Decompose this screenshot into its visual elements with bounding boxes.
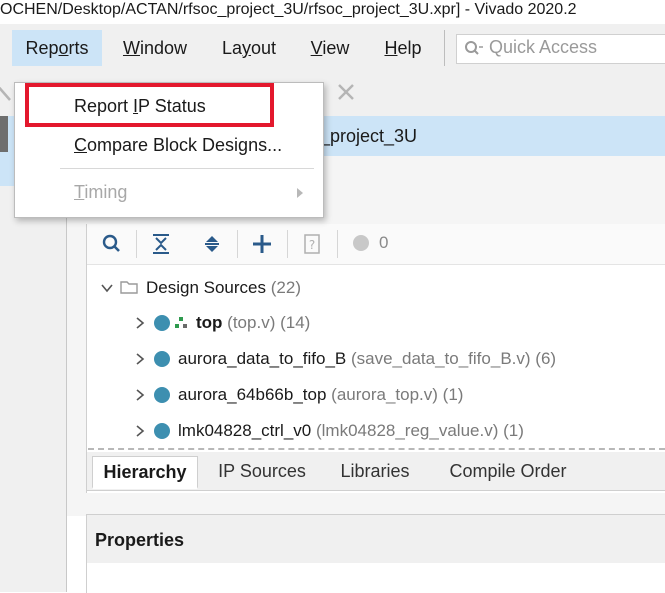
chevron-right-icon (136, 425, 145, 437)
chevron-right-icon (136, 389, 145, 401)
menu-item-compare-block-designs-label: Compare Block Designs... (74, 135, 283, 155)
submenu-arrow-icon (295, 186, 305, 198)
tree-item-name: aurora_data_to_fifo_B (178, 349, 347, 368)
collapse-all-icon (153, 234, 169, 254)
toolbar-separator (337, 230, 338, 258)
status-dot-icon (154, 315, 170, 331)
tree-item-name: top (196, 313, 223, 332)
tree-item-label: top (top.v) (14) (196, 312, 310, 334)
status-dot-icon (154, 387, 170, 403)
menu-help[interactable]: Help (372, 30, 434, 66)
design-sources-label: Design Sources (146, 278, 267, 297)
tree-item-name: aurora_64b66b_top (178, 385, 327, 404)
menu-divider (444, 30, 445, 66)
properties-title: Properties (95, 530, 185, 550)
chevron-down-icon (101, 284, 113, 293)
flow-navigator-marker (0, 116, 8, 152)
menu-item-timing: Timing (74, 180, 127, 204)
status-dot-icon (154, 351, 170, 367)
toolbar-separator (287, 230, 288, 258)
document-question-icon: ? (304, 234, 320, 254)
expand-all-icon (205, 236, 219, 252)
tree-scroll-divider (88, 448, 665, 450)
collapse-all-button[interactable] (148, 232, 174, 256)
tree-item-label: lmk04828_ctrl_v0 (lmk04828_reg_value.v) … (178, 420, 524, 442)
menu-layout[interactable]: Layout (210, 30, 288, 66)
menu-separator (60, 168, 314, 169)
chevron-right-icon (136, 317, 145, 329)
menu-help-label: Help (384, 38, 422, 58)
search-button[interactable] (99, 232, 125, 256)
search-icon (102, 234, 120, 252)
annotation-highlight-box (25, 83, 274, 127)
tab-compile-order[interactable]: Compile Order (438, 456, 578, 486)
toolbar-separator (237, 230, 238, 258)
toolbar-separator (136, 230, 137, 258)
tree-item-name: lmk04828_ctrl_v0 (178, 421, 312, 440)
tree-row-design-sources[interactable]: Design Sources (22) (88, 270, 665, 306)
menu-item-compare-block-designs[interactable]: Compare Block Designs... (74, 133, 282, 157)
source-help-button[interactable]: ? (299, 232, 325, 256)
tree-item-label: aurora_64b66b_top (aurora_top.v) (1) (178, 384, 463, 406)
tab-libraries[interactable]: Libraries (330, 456, 420, 486)
menu-view-label: View (310, 38, 350, 58)
quick-access-placeholder: Quick Access (489, 37, 598, 57)
tree-item-file: (lmk04828_reg_value.v) (315, 421, 499, 440)
status-dot-icon (154, 423, 170, 439)
tree-row-lmk04828-ctrl-v0[interactable]: lmk04828_ctrl_v0 (lmk04828_reg_value.v) … (88, 413, 665, 449)
svg-text:?: ? (309, 238, 315, 252)
menu-layout-label: Layout (221, 38, 277, 58)
cancel-icon[interactable] (336, 82, 356, 102)
search-icon (464, 39, 484, 57)
project-title: _project_3U (320, 126, 418, 146)
menu-window[interactable]: Window (112, 30, 198, 66)
hierarchy-top-icon (175, 317, 187, 328)
tree-item-label: aurora_data_to_fifo_B (save_data_to_fifo… (178, 348, 556, 370)
plus-icon (253, 235, 271, 253)
toolbar-count: 0 (379, 233, 389, 252)
tab-hierarchy[interactable]: Hierarchy (92, 456, 198, 489)
tree-row-top[interactable]: top (top.v) (14) (88, 305, 665, 341)
tree-item-file: (top.v) (227, 313, 276, 332)
menu-item-timing-label: Timing (74, 182, 128, 202)
tree-row-aurora-64b66b-top[interactable]: aurora_64b66b_top (aurora_top.v) (1) (88, 377, 665, 413)
close-icon (0, 82, 14, 102)
menu-window-label: Window (122, 38, 188, 58)
tree-item-count: (1) (503, 421, 524, 440)
add-sources-button[interactable] (249, 232, 275, 256)
tree-row-aurora-data-to-fifo-b[interactable]: aurora_data_to_fifo_B (save_data_to_fifo… (88, 341, 665, 377)
window-title: OCHEN/Desktop/ACTAN/rfsoc_project_3U/rfs… (0, 0, 665, 24)
design-sources-count: (22) (270, 278, 301, 297)
expand-all-button[interactable] (199, 232, 225, 256)
tree-item-file: (aurora_top.v) (331, 385, 438, 404)
chevron-right-icon (136, 353, 145, 365)
folder-icon (120, 281, 138, 294)
tree-root-label: Design Sources (22) (146, 277, 301, 299)
tree-item-count: (14) (280, 313, 311, 332)
status-dot-icon (353, 235, 369, 251)
tree-item-file: (save_data_to_fifo_B.v) (350, 349, 531, 368)
tab-ip-sources[interactable]: IP Sources (206, 456, 318, 486)
menu-reports[interactable]: Reports (12, 30, 102, 66)
menu-view[interactable]: View (300, 30, 360, 66)
menu-reports-label: Reports (25, 38, 89, 58)
tree-item-count: (6) (535, 349, 557, 368)
tree-item-count: (1) (442, 385, 464, 404)
